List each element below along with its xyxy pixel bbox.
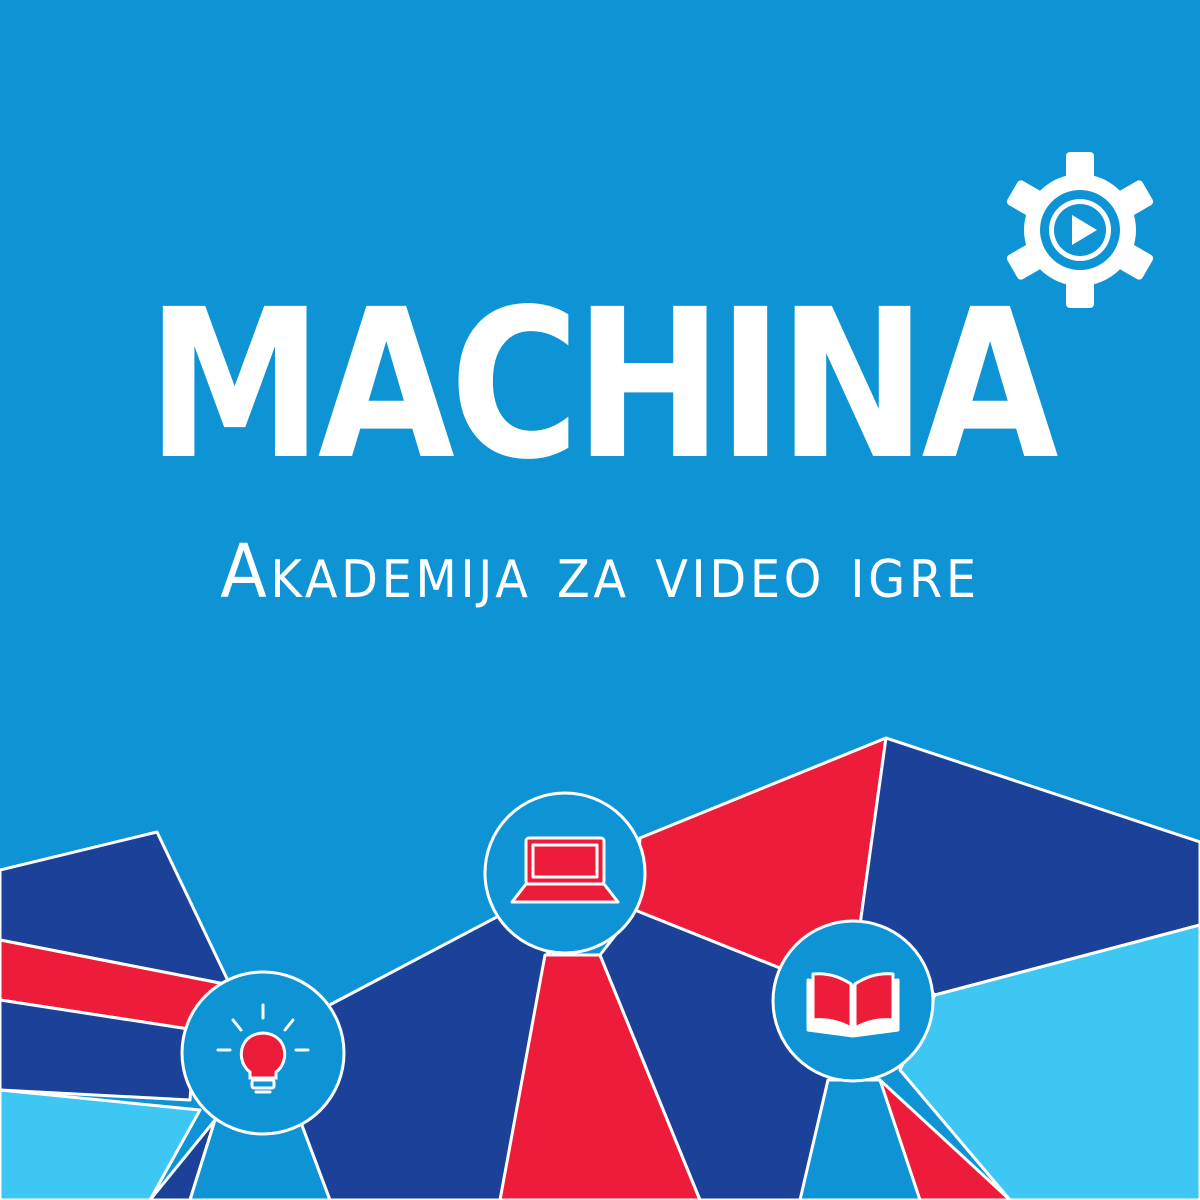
laptop-icon <box>510 836 620 904</box>
node-lightbulb <box>180 970 346 1136</box>
brand-subtitle: Akademija za video igre <box>220 529 980 615</box>
node-book <box>771 919 935 1083</box>
page: { "brand": { "title": "MACHINA", "subtit… <box>0 0 1200 1200</box>
node-laptop <box>483 791 647 955</box>
brand-title: MACHINA <box>146 265 1059 505</box>
